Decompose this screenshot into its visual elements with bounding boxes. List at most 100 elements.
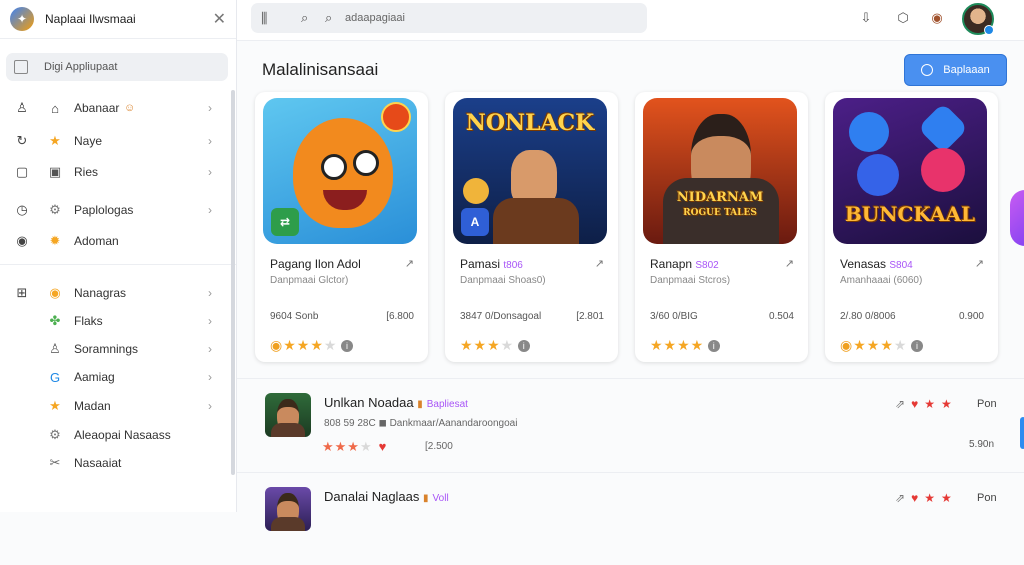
heart-icon[interactable]: ♥ [379, 439, 388, 454]
sidebar-item[interactable]: ★ Madan › [0, 395, 222, 417]
app-name: Venasas S804 [840, 257, 913, 271]
app-card[interactable]: ⇄ Pagang Ilon Adol ↗ Danpmaai Glctor) 9604 … [255, 92, 428, 362]
app-developer: Danpmaai Shoas0) [460, 275, 546, 286]
search-input[interactable]: adaapagiaai [345, 12, 405, 24]
sidebar-item[interactable]: ◷ ⚙ Paplologas › [0, 199, 222, 221]
status-dot [984, 25, 994, 35]
star-rating: ★★★★ i [460, 337, 531, 354]
row-action-label[interactable]: Pon [977, 398, 997, 410]
app-thumbnail[interactable] [265, 393, 311, 437]
app-name-text: Unlkan Noadaa [324, 395, 414, 410]
sidebar-search-label: Digi Appliupaat [44, 61, 118, 73]
app-size: 0.504 [768, 311, 794, 322]
coin-icon: ◉ [49, 285, 61, 300]
sidebar-item[interactable]: ◉ ✹ Adoman [0, 230, 222, 252]
version-tag: Bapliesat [426, 399, 468, 410]
app-card[interactable]: BUNCKAAL Venasas S804 ↗ Amanhaaai (6060) 2/.… [825, 92, 998, 362]
share-icon[interactable]: ⇗ [895, 491, 911, 505]
app-size: [2.500 [425, 441, 453, 452]
badge-icon: ▮ [417, 399, 423, 410]
share-icon[interactable]: ↗ [785, 257, 794, 270]
list-item[interactable]: Unlkan Noadaa ▮ Bapliesat 808 59 28C ◼ Dan… [237, 378, 1024, 471]
app-name: Unlkan Noadaa ▮ Bapliesat [324, 395, 468, 410]
heart-icon[interactable]: ♥ [911, 491, 924, 505]
app-card[interactable]: NIDARNAM ROGUE TALES Ranapn S802 ↗ Danpmaai … [635, 92, 808, 362]
app-card[interactable]: NONLACK A Pamasi t806 ↗ Danpmaai Shoas0) 3847… [445, 92, 618, 362]
sidebar-item[interactable]: ✤ Flaks › [0, 310, 222, 332]
app-artwork[interactable]: NIDARNAM ROGUE TALES [643, 98, 797, 244]
star-rating: ★★★★ i [650, 337, 721, 354]
star-icon: ★ [49, 398, 61, 413]
sidebar-item[interactable]: ✂ Nasaaiat [0, 452, 222, 474]
sidebar-item-label: Nanagras [74, 286, 127, 300]
chevron-right-icon: › [208, 203, 212, 217]
share-icon[interactable]: ↗ [595, 257, 604, 270]
sidebar-item-label: Aleaopai Nasaass [74, 428, 171, 442]
share-icon[interactable]: ↗ [975, 257, 984, 270]
app-name-text: Venasas [840, 257, 887, 271]
row-action-label[interactable]: Pon [977, 492, 997, 504]
star-icon[interactable]: ★ [924, 397, 941, 411]
search-icon[interactable]: ⌕ [301, 10, 308, 26]
game-badge-icon: A [461, 208, 489, 236]
app-artwork[interactable]: NONLACK A [453, 98, 607, 244]
image-icon: ▣ [48, 164, 62, 179]
chevron-right-icon: › [208, 134, 212, 148]
sidebar-divider [0, 264, 236, 265]
sidebar-item[interactable]: ↻ ★ Naye › [0, 130, 222, 152]
sidebar-item[interactable]: ♙ ⌂ Abanaar ☺ › [0, 97, 222, 119]
tools-icon: ✂ [49, 455, 61, 470]
app-developer: Amanhaaai (6060) [840, 275, 923, 286]
app-size: 0.900 [958, 311, 984, 322]
side-panel-tab[interactable] [1020, 417, 1024, 449]
star-icon[interactable]: ★ [941, 491, 958, 505]
app-downloads: 2/.80 0/8006 [840, 311, 896, 322]
sidebar-search[interactable]: Digi Appliupaat [6, 53, 228, 81]
star-icon[interactable]: ★ [924, 491, 941, 505]
heart-icon[interactable]: ♥ [911, 397, 924, 411]
app-artwork[interactable]: BUNCKAAL [833, 98, 987, 244]
app-artwork[interactable]: ⇄ [263, 98, 417, 244]
app-name: Pagang Ilon Adol [270, 257, 361, 271]
sidebar-item-label: Soramnings [74, 342, 139, 356]
row-actions: ⇗♥★★ [895, 491, 958, 505]
search-button[interactable]: Baplaaan [904, 54, 1007, 86]
settings-icon: ⚙ [49, 202, 61, 217]
info-icon[interactable]: i [341, 340, 354, 352]
app-details: 808 59 28C ◼ Dankmaar/Aanandaroongoai [324, 418, 518, 429]
chevron-right-icon: › [208, 342, 212, 356]
carousel-next-peek[interactable] [1010, 190, 1024, 246]
app-logo-icon: ✦ [10, 7, 34, 31]
app-downloads: 9604 Sonb [270, 311, 319, 322]
sidebar-item[interactable]: G Aamiag › [0, 366, 222, 388]
eye-icon: ◉ [16, 233, 28, 248]
app-size: [6.800 [386, 311, 414, 322]
filter-icon[interactable]: ⫼ [261, 10, 267, 27]
download-icon[interactable]: ⇩ [857, 9, 875, 27]
sidebar: ✦ Naplaai Ilwsmaai ✕ Digi Appliupaat ♙ ⌂ A… [0, 0, 237, 512]
sidebar-item[interactable]: ⚙ Aleaopai Nasaass [0, 424, 222, 446]
share-icon[interactable]: ⇗ [895, 397, 911, 411]
search-bar[interactable]: ⫼ ⌕ ⌕ adaapagiaai [251, 3, 647, 33]
avatar[interactable] [962, 3, 994, 35]
shield-icon[interactable]: ⬡ [894, 9, 912, 27]
badge-icon[interactable]: ◉ [928, 9, 946, 27]
app-name: Pamasi t806 [460, 257, 523, 271]
info-icon[interactable]: i [911, 340, 924, 352]
app-size: [2.801 [576, 311, 604, 322]
app-name: Danalai Naglaas ▮ Voll [324, 489, 449, 504]
share-icon[interactable]: ↗ [405, 257, 414, 270]
info-icon[interactable]: i [518, 340, 531, 352]
sidebar-item[interactable]: ▢ ▣ Ries › [0, 161, 222, 183]
sidebar-item-label: Nasaaiat [74, 456, 122, 470]
sidebar-scrollbar[interactable] [231, 90, 235, 475]
star-icon[interactable]: ★ [941, 397, 958, 411]
sidebar-item[interactable]: ⊞ ◉ Nanagras › [0, 282, 222, 304]
close-icon[interactable]: ✕ [213, 9, 226, 29]
app-thumbnail[interactable] [265, 487, 311, 531]
list-item[interactable]: Danalai Naglaas ▮ Voll ⇗♥★★ Pon [237, 472, 1024, 565]
app-name-text: Pamasi [460, 257, 501, 271]
row-actions: ⇗♥★★ [895, 397, 958, 411]
info-icon[interactable]: i [708, 340, 721, 352]
sidebar-item[interactable]: ♙ Soramnings › [0, 338, 222, 360]
